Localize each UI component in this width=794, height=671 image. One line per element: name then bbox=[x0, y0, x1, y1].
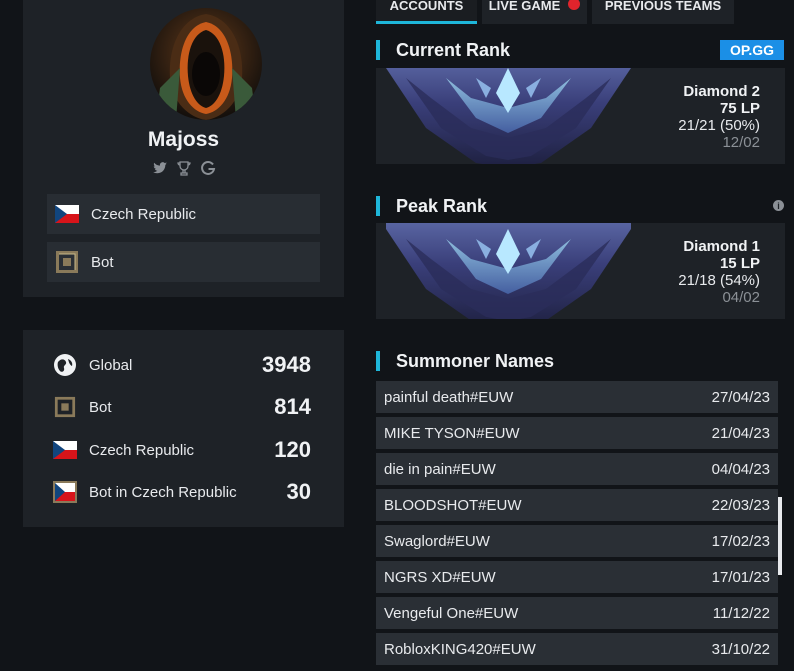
summoner-name: Vengeful One#EUW bbox=[384, 604, 519, 622]
peak-rank-record: 21/18 (54%) bbox=[678, 272, 760, 289]
diamond-rank-emblem-icon bbox=[386, 68, 631, 164]
summoner-name: painful death#EUW bbox=[384, 388, 514, 406]
current-rank-panel: Diamond 2 75 LP 21/21 (50%) 12/02 bbox=[376, 68, 785, 164]
czech-flag-icon bbox=[55, 205, 79, 223]
summoner-name: die in pain#EUW bbox=[384, 460, 496, 478]
list-item: painful death#EUW 27/04/23 bbox=[376, 381, 778, 413]
peak-rank-date: 04/02 bbox=[722, 289, 760, 306]
twitter-icon[interactable] bbox=[152, 160, 168, 176]
summoner-name-date: 27/04/23 bbox=[711, 388, 770, 406]
summoner-name-date: 31/10/22 bbox=[711, 640, 770, 658]
stat-country-value: 120 bbox=[274, 437, 311, 462]
tab-accounts[interactable]: ACCOUNTS bbox=[376, 0, 477, 24]
globe-icon bbox=[53, 353, 77, 377]
bot-czech-flag-icon bbox=[53, 481, 77, 503]
peak-rank-tier: Diamond 1 bbox=[683, 238, 760, 255]
summoner-name: NGRS XD#EUW bbox=[384, 568, 496, 586]
list-item: MIKE TYSON#EUW 21/04/23 bbox=[376, 417, 778, 449]
peak-rank-panel: Diamond 1 15 LP 21/18 (54%) 04/02 bbox=[376, 223, 785, 319]
summoner-name-date: 21/04/23 bbox=[711, 424, 770, 442]
list-item: Swaglord#EUW 17/02/23 bbox=[376, 525, 778, 557]
stat-role-country: Bot in Czech Republic 30 bbox=[53, 477, 311, 507]
peak-rank-info: Diamond 1 15 LP 21/18 (54%) 04/02 bbox=[678, 238, 760, 306]
current-rank-tier: Diamond 2 bbox=[683, 83, 760, 100]
stat-role: Bot 814 bbox=[53, 392, 311, 422]
list-item: BLOODSHOT#EUW 22/03/23 bbox=[376, 489, 778, 521]
current-rank-date: 12/02 bbox=[722, 134, 760, 151]
stat-role-country-value: 30 bbox=[286, 479, 311, 504]
summoner-names-list[interactable]: painful death#EUW 27/04/23 MIKE TYSON#EUW… bbox=[376, 381, 778, 669]
bot-role-icon bbox=[53, 396, 77, 418]
account-tabs: ACCOUNTS LIVE GAME PREVIOUS TEAMS bbox=[376, 0, 734, 24]
list-item: NGRS XD#EUW 17/01/23 bbox=[376, 561, 778, 593]
tab-previous-teams-label: PREVIOUS TEAMS bbox=[604, 0, 722, 13]
list-item: Vengeful One#EUW 11/12/22 bbox=[376, 597, 778, 629]
stat-role-label: Bot bbox=[89, 398, 112, 416]
info-icon[interactable]: i bbox=[773, 200, 784, 211]
trophy-icon[interactable] bbox=[176, 160, 192, 176]
player-avatar bbox=[150, 8, 262, 120]
summoner-names-title: Summoner Names bbox=[376, 351, 554, 371]
summoner-name-date: 11/12/22 bbox=[712, 604, 770, 622]
current-rank-lp: 75 LP bbox=[719, 100, 760, 117]
summoner-name: MIKE TYSON#EUW bbox=[384, 424, 520, 442]
list-item: RobloxKING420#EUW 31/10/22 bbox=[376, 633, 778, 665]
peak-rank-lp: 15 LP bbox=[719, 255, 760, 272]
tag-country[interactable]: Czech Republic bbox=[47, 194, 320, 234]
list-item: die in pain#EUW 04/04/23 bbox=[376, 453, 778, 485]
tag-role-label: Bot bbox=[91, 253, 114, 271]
summoner-name-date: 17/01/23 bbox=[711, 568, 770, 586]
stat-global: Global 3948 bbox=[53, 350, 311, 380]
summoner-names-scrollbar[interactable] bbox=[778, 497, 782, 575]
stat-global-value: 3948 bbox=[262, 352, 311, 377]
stat-country-label: Czech Republic bbox=[89, 441, 195, 459]
ranking-stats-card: Global 3948 Bot 814 Czech Republic 120 B… bbox=[23, 330, 344, 527]
current-rank-info: Diamond 2 75 LP 21/21 (50%) 12/02 bbox=[678, 83, 760, 151]
summoner-name: RobloxKING420#EUW bbox=[384, 640, 536, 658]
stat-country: Czech Republic 120 bbox=[53, 435, 311, 465]
stat-role-country-label: Bot in Czech Republic bbox=[89, 483, 237, 501]
opgg-link-button[interactable]: OP.GG bbox=[720, 40, 784, 60]
summoner-name-date: 17/02/23 bbox=[711, 532, 770, 550]
bot-role-icon bbox=[55, 250, 79, 274]
diamond-rank-emblem-icon bbox=[386, 223, 631, 319]
summoner-name-date: 04/04/23 bbox=[711, 460, 770, 478]
current-rank-title: Current Rank bbox=[376, 40, 510, 60]
peak-rank-title: Peak Rank bbox=[376, 196, 487, 216]
tag-country-label: Czech Republic bbox=[91, 205, 197, 223]
czech-flag-icon bbox=[53, 441, 77, 459]
tab-live-game-label: LIVE GAME bbox=[488, 0, 561, 13]
tab-live-game[interactable]: LIVE GAME bbox=[482, 0, 587, 24]
player-name: Majoss bbox=[147, 128, 220, 151]
summoner-name: BLOODSHOT#EUW bbox=[384, 496, 522, 514]
summoner-name: Swaglord#EUW bbox=[384, 532, 490, 550]
live-indicator-icon bbox=[568, 0, 581, 10]
current-rank-record: 21/21 (50%) bbox=[678, 117, 760, 134]
social-links bbox=[23, 160, 344, 176]
gamepedia-icon[interactable] bbox=[200, 160, 216, 176]
stat-global-label: Global bbox=[89, 356, 133, 374]
stat-role-value: 814 bbox=[274, 394, 311, 419]
tab-previous-teams[interactable]: PREVIOUS TEAMS bbox=[592, 0, 734, 24]
player-profile-card: Majoss Czech Republic Bot bbox=[23, 0, 344, 297]
summoner-name-date: 22/03/23 bbox=[711, 496, 770, 514]
tab-accounts-label: ACCOUNTS bbox=[389, 0, 464, 13]
tag-role[interactable]: Bot bbox=[47, 242, 320, 282]
